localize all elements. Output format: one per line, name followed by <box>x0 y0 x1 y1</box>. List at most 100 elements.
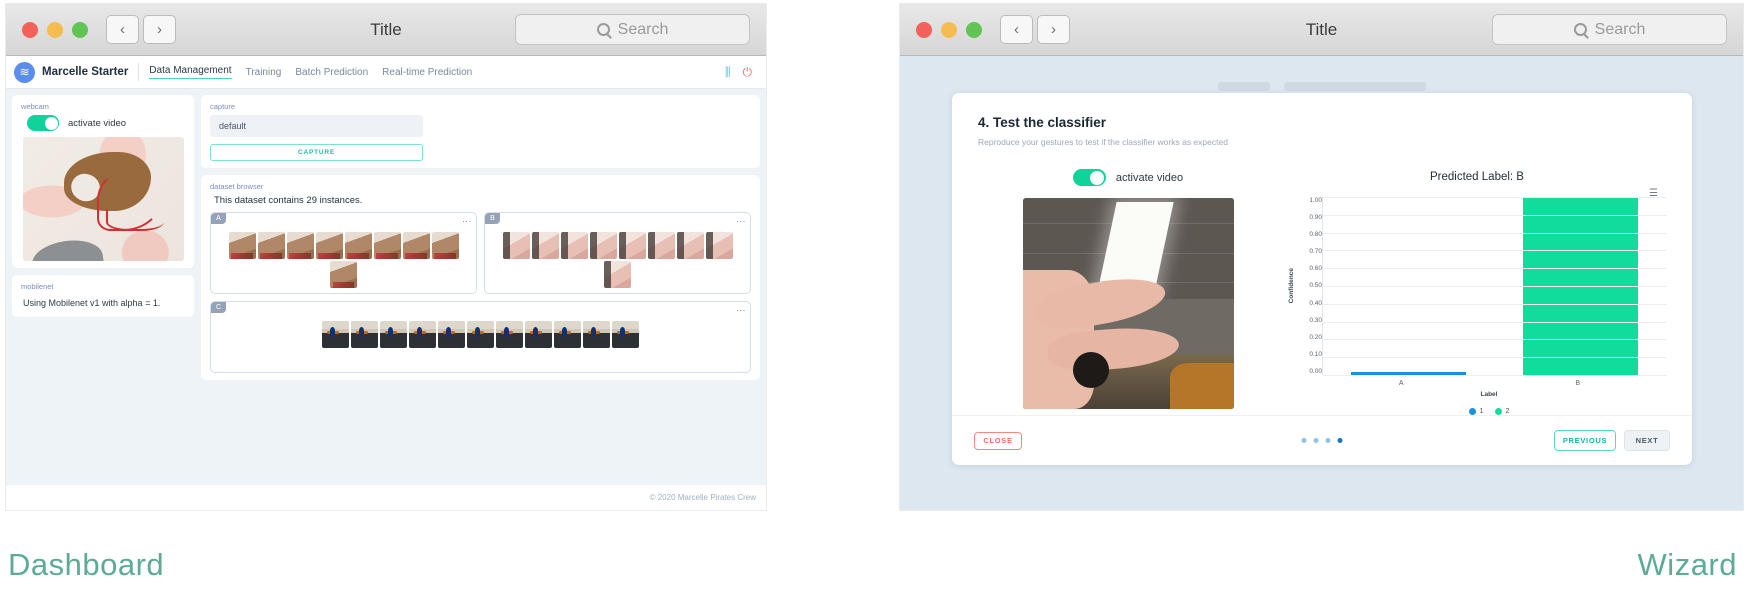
class-menu-icon-a[interactable]: ⋮ <box>462 217 472 226</box>
page-dot[interactable] <box>1325 438 1331 443</box>
settings-sliders-icon[interactable]: ⫼ <box>725 65 731 80</box>
legend-item[interactable]: 2 <box>1494 408 1509 415</box>
thumbnail[interactable] <box>554 321 581 348</box>
activate-video-toggle[interactable] <box>27 115 59 131</box>
wizard-page-dots[interactable] <box>1301 438 1343 443</box>
thumbnail[interactable] <box>315 232 343 259</box>
class-menu-icon-c[interactable]: ⋮ <box>736 306 746 315</box>
thumbnail[interactable] <box>531 232 559 259</box>
search-input[interactable]: Search <box>1492 14 1727 45</box>
thumbnail[interactable] <box>351 321 378 348</box>
thumbnail[interactable] <box>228 232 256 259</box>
app-brand-name: Marcelle Starter <box>42 66 129 78</box>
chart-gridline <box>1323 339 1666 341</box>
class-tag-a: A <box>211 213 226 224</box>
back-arrow-icon[interactable]: ‹ <box>1000 15 1033 44</box>
background-tab-1 <box>1217 82 1270 91</box>
tab-realtime-prediction[interactable]: Real-time Prediction <box>382 67 472 78</box>
wizard-columns: activate video ☰ Predicted Label: B Conf… <box>978 169 1666 415</box>
thumbnail[interactable] <box>502 232 530 259</box>
maximize-window-icon[interactable] <box>966 21 982 38</box>
forward-arrow-icon[interactable]: › <box>1037 15 1070 44</box>
page-dot[interactable] <box>1301 438 1307 443</box>
wizard-titlebar: ‹ › Title Search <box>900 4 1743 56</box>
thumbnail[interactable] <box>438 321 465 348</box>
activate-video-toggle[interactable] <box>1072 169 1106 186</box>
legend-label: 1 <box>1479 408 1484 415</box>
window-traffic-lights[interactable] <box>22 21 88 38</box>
capture-button[interactable]: CAPTURE <box>210 144 423 161</box>
legend-item[interactable]: 1 <box>1468 408 1484 415</box>
app-menubar: ≋ Marcelle Starter Data Management Train… <box>6 56 766 89</box>
thumbnail[interactable] <box>618 232 646 259</box>
wizard-traffic-lights[interactable] <box>916 21 982 38</box>
search-input[interactable]: Search <box>515 14 750 45</box>
y-tick: 0.90 <box>1309 214 1322 222</box>
window-nav-buttons[interactable]: ‹ › <box>106 15 176 44</box>
thumbnail[interactable] <box>330 261 357 288</box>
next-button[interactable]: NEXT <box>1624 430 1670 451</box>
tab-data-management[interactable]: Data Management <box>149 65 232 79</box>
close-window-icon[interactable] <box>916 21 932 38</box>
class-tag-c: C <box>211 302 227 313</box>
chart-plot-area: Confidence 1.00 0.90 0.80 0.70 0.60 0.50… <box>1288 197 1666 376</box>
menubar-actions: ⫼ ⏻ <box>725 65 758 80</box>
webcam-toggle-row[interactable]: activate video <box>27 115 185 131</box>
thumbnail[interactable] <box>467 321 494 348</box>
thumbnail[interactable] <box>380 321 407 348</box>
thumbnail[interactable] <box>344 232 372 259</box>
class-box-c[interactable]: C ⋮ <box>210 301 751 373</box>
thumbnail[interactable] <box>705 232 733 259</box>
minimize-window-icon[interactable] <box>941 21 957 38</box>
tab-training[interactable]: Training <box>246 67 282 78</box>
dashboard-titlebar: ‹ › Title Search <box>6 4 766 56</box>
x-tick: A <box>1398 380 1404 387</box>
minimize-window-icon[interactable] <box>47 21 63 38</box>
thumbnail[interactable] <box>647 232 675 259</box>
chart-gridline <box>1323 268 1666 270</box>
previous-button[interactable]: PREVIOUS <box>1554 430 1616 451</box>
thumbnail[interactable] <box>589 232 617 259</box>
close-window-icon[interactable] <box>22 21 38 38</box>
left-column: webcam activate video mobilenet Using Mo… <box>12 95 194 510</box>
thumbnail[interactable] <box>496 321 523 348</box>
thumbnail[interactable] <box>402 232 430 259</box>
class-box-a[interactable]: A ⋮ <box>210 212 477 294</box>
thumbnail[interactable] <box>431 232 459 259</box>
class-menu-icon-b[interactable]: ⋮ <box>736 217 746 226</box>
thumbnail[interactable] <box>525 321 552 348</box>
y-tick: 0.50 <box>1309 282 1322 290</box>
class-box-b[interactable]: B ⋮ <box>484 212 751 294</box>
capture-label-input[interactable]: default <box>210 115 423 137</box>
page-dot[interactable] <box>1337 438 1343 443</box>
thumbnail[interactable] <box>604 261 631 288</box>
dashboard-body: webcam activate video mobilenet Using Mo… <box>6 89 766 510</box>
chart-x-ticks: A B <box>1312 375 1666 387</box>
capture-card: capture default CAPTURE <box>201 95 760 168</box>
chart-bars <box>1322 197 1666 376</box>
dashboard-footer: © 2020 Marcelle Pirates Crew <box>6 484 766 510</box>
thumbnail[interactable] <box>409 321 436 348</box>
thumbnail[interactable] <box>612 321 639 348</box>
class-c-thumbnails <box>211 305 750 353</box>
wizard-nav-buttons[interactable]: ‹ › <box>1000 15 1070 44</box>
search-icon <box>1573 23 1587 36</box>
close-button[interactable]: CLOSE <box>974 431 1022 450</box>
y-tick: 0.10 <box>1309 350 1322 358</box>
thumbnail[interactable] <box>676 232 704 259</box>
maximize-window-icon[interactable] <box>72 21 88 38</box>
forward-arrow-icon[interactable]: › <box>143 15 176 44</box>
power-icon[interactable]: ⏻ <box>743 65 753 80</box>
thumbnail[interactable] <box>322 321 349 348</box>
thumbnail[interactable] <box>257 232 285 259</box>
y-tick: 0.00 <box>1309 367 1322 375</box>
tab-batch-prediction[interactable]: Batch Prediction <box>295 67 368 78</box>
wizard-toggle-row[interactable]: activate video <box>1072 169 1183 186</box>
thumbnail[interactable] <box>286 232 314 259</box>
back-arrow-icon[interactable]: ‹ <box>106 15 139 44</box>
thumbnail[interactable] <box>583 321 610 348</box>
thumbnail[interactable] <box>373 232 401 259</box>
webcam-card-label: webcam <box>21 102 49 111</box>
page-dot[interactable] <box>1313 438 1319 443</box>
thumbnail[interactable] <box>560 232 588 259</box>
